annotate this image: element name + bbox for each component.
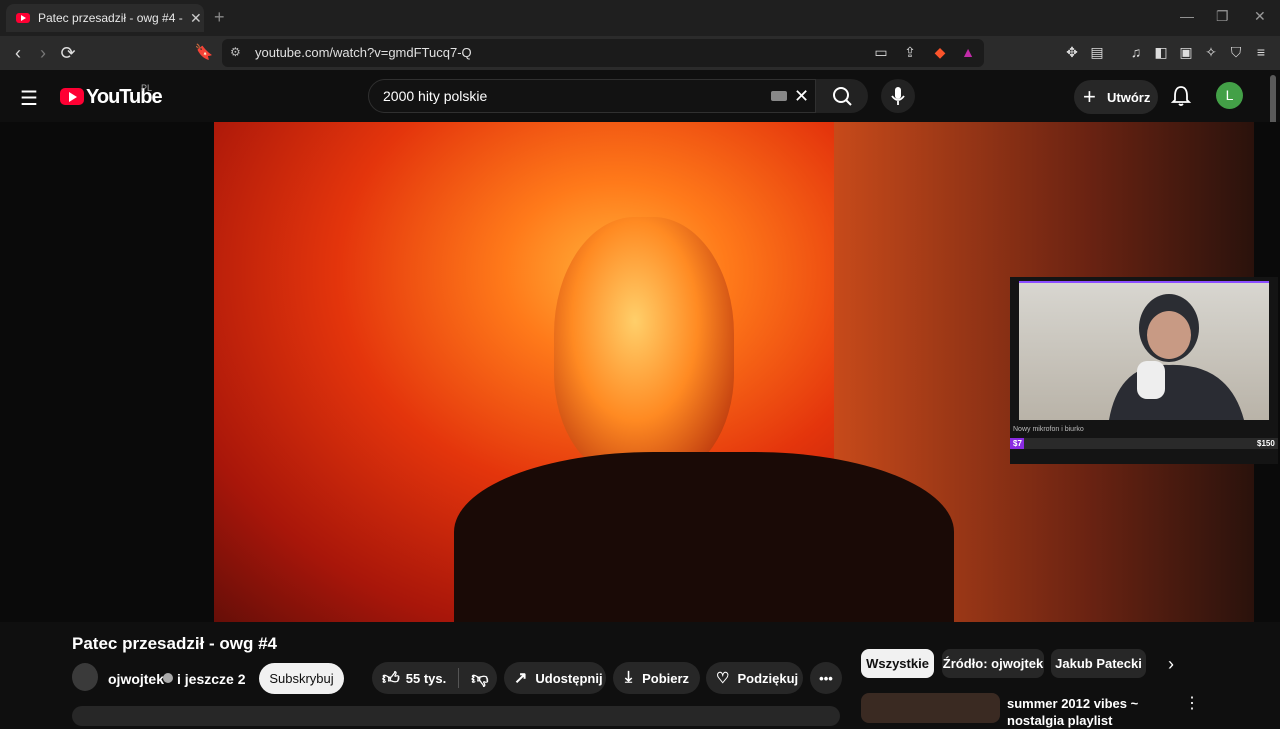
- bookmark-icon[interactable]: 🔖: [194, 43, 214, 61]
- browser-tab[interactable]: Patec przesadził - owg #4 - YouTube ✕: [6, 4, 204, 32]
- download-label: Pobierz: [642, 670, 690, 686]
- recommendation-title[interactable]: summer 2012 vibes ~ nostalgia playlist: [1007, 695, 1177, 729]
- brave-rewards-icon[interactable]: ▲: [960, 44, 976, 60]
- minimize-icon[interactable]: —: [1180, 8, 1194, 24]
- search-button[interactable]: [816, 79, 868, 113]
- youtube-favicon-icon: [16, 13, 30, 23]
- sidebar-toggle-icon[interactable]: ◧: [1153, 44, 1169, 60]
- vpn-icon[interactable]: ⛉: [1228, 44, 1244, 60]
- recommendation-thumbnail[interactable]: [861, 693, 1000, 723]
- chevron-right-icon[interactable]: ›: [1168, 654, 1174, 675]
- mic-icon: [891, 87, 905, 105]
- hamburger-menu-icon[interactable]: ☰: [20, 86, 38, 111]
- cast-icon[interactable]: ▭: [873, 44, 889, 60]
- more-actions-button[interactable]: •••: [810, 662, 842, 694]
- thanks-label: Podziękuj: [737, 670, 799, 686]
- share-page-icon[interactable]: ⇪: [902, 44, 918, 60]
- reader-icon[interactable]: ▤: [1089, 44, 1105, 60]
- verified-icon: [163, 673, 173, 683]
- music-icon[interactable]: ♫: [1128, 44, 1144, 60]
- description-box[interactable]: [72, 706, 840, 726]
- site-info-icon[interactable]: ⚙: [230, 45, 241, 59]
- download-icon: ⤓: [625, 669, 633, 686]
- extensions-icon[interactable]: ✥: [1064, 44, 1080, 60]
- share-label: Udostępnij: [535, 670, 603, 686]
- region-label: PL: [141, 83, 153, 93]
- video-person-head: [554, 217, 734, 477]
- more-vertical-icon[interactable]: ⋮: [1184, 693, 1200, 713]
- thanks-button[interactable]: ♡ Podziękuj: [706, 662, 803, 694]
- reload-icon[interactable]: ⟳: [58, 43, 78, 64]
- goal-target-amount: $150: [1257, 439, 1275, 448]
- share-icon: ↗: [514, 670, 528, 687]
- url-text[interactable]: youtube.com/watch?v=gmdFTucq7-Q: [255, 45, 472, 60]
- goal-current-amount: $7: [1013, 439, 1022, 448]
- goal-progress-bar: [1010, 438, 1278, 449]
- leo-ai-icon[interactable]: ✧: [1203, 44, 1219, 60]
- voice-search-button[interactable]: [881, 79, 915, 113]
- channel-avatar[interactable]: [72, 663, 98, 691]
- thumbs-down-icon[interactable]: 👎︎: [471, 668, 488, 689]
- create-label: Utwórz: [1107, 90, 1151, 105]
- chip-all[interactable]: Wszystkie: [861, 649, 934, 678]
- clear-search-icon[interactable]: ✕: [794, 86, 809, 107]
- search-icon: [833, 87, 852, 106]
- goal-label: Nowy mikrofon i biurko: [1013, 426, 1084, 433]
- account-avatar[interactable]: L: [1216, 82, 1243, 109]
- maximize-icon[interactable]: ❐: [1216, 8, 1229, 25]
- tab-close-icon[interactable]: ✕: [190, 10, 202, 27]
- tab-title: Patec przesadził - owg #4 - YouTube: [38, 11, 184, 25]
- collaborators-link[interactable]: i jeszcze 2: [177, 671, 246, 687]
- subscribe-button[interactable]: Subskrybuj: [259, 663, 344, 694]
- like-divider: [458, 668, 460, 688]
- video-frame: [214, 122, 1254, 622]
- webcam-feed: [1019, 281, 1269, 420]
- more-horizontal-icon: •••: [819, 670, 833, 686]
- like-count[interactable]: 55 tys.: [406, 671, 446, 686]
- window-close-icon[interactable]: ✕: [1254, 8, 1266, 25]
- brave-shield-icon[interactable]: ◆: [932, 44, 948, 60]
- chip-jakub-patecki[interactable]: Jakub Patecki: [1051, 649, 1146, 678]
- notifications-bell-icon[interactable]: [1170, 84, 1192, 113]
- plus-icon: +: [1083, 84, 1096, 109]
- download-button[interactable]: ⤓ Pobierz: [613, 662, 700, 694]
- like-dislike-group: 👍︎ 55 tys. 👎︎: [372, 662, 497, 694]
- chip-source[interactable]: Źródło: ojwojtek: [942, 649, 1044, 678]
- channel-name[interactable]: ojwojtek: [108, 671, 164, 687]
- video-title: Patec przesadził - owg #4: [72, 634, 278, 653]
- back-icon[interactable]: ‹: [8, 43, 28, 64]
- wallet-icon[interactable]: ▣: [1178, 44, 1194, 60]
- new-tab-icon[interactable]: +: [214, 7, 225, 28]
- webcam-person: [1109, 294, 1244, 420]
- share-button[interactable]: ↗ Udostępnij: [504, 662, 606, 694]
- keyboard-icon[interactable]: [771, 91, 787, 101]
- thumbs-up-icon[interactable]: 👍︎: [382, 668, 400, 689]
- youtube-logo-icon[interactable]: [60, 88, 84, 105]
- search-query[interactable]: 2000 hity polskie: [383, 88, 487, 104]
- heart-dollar-icon: ♡: [716, 670, 730, 687]
- browser-menu-icon[interactable]: ≡: [1253, 44, 1269, 60]
- forward-icon[interactable]: ›: [33, 43, 53, 64]
- video-person-shirt: [454, 452, 954, 622]
